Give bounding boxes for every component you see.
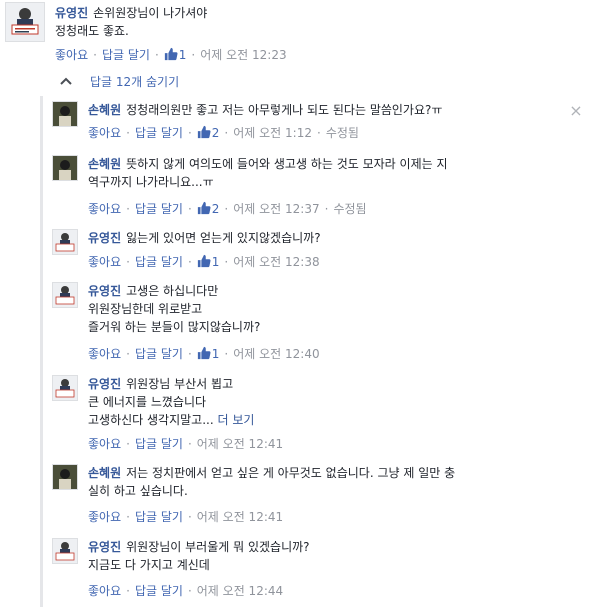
like-count[interactable]: 2 <box>197 201 219 216</box>
edited-label[interactable]: 수정됨 <box>326 126 359 140</box>
avatar[interactable] <box>5 2 45 42</box>
reply-text: 지금도 다 가지고 계신데 <box>88 558 210 572</box>
thumbs-up-icon <box>197 254 211 268</box>
separator-dot: · <box>191 48 196 62</box>
reply-author[interactable]: 손혜원 <box>88 103 121 117</box>
reply-text: 고생은 하십니다만 <box>126 284 219 298</box>
like-button[interactable]: 좋아요 <box>88 437 121 451</box>
like-count[interactable]: 1 <box>197 346 219 361</box>
reply-button[interactable]: 답글 달기 <box>102 48 150 62</box>
reply-body: 손혜원 뜻하지 않게 여의도에 들어와 생고생 하는 것도 모자라 이제는 지 역… <box>88 155 578 191</box>
timestamp[interactable]: 어제 오전 12:38 <box>233 255 319 269</box>
reply-actions: 좋아요 · 답글 달기 · 1 · 어제 오전 12:38 <box>88 254 320 269</box>
like-button[interactable]: 좋아요 <box>88 347 121 361</box>
avatar[interactable] <box>52 375 78 401</box>
reply-text: 뜻하지 않게 여의도에 들어와 생고생 하는 것도 모자라 이제는 지 <box>126 157 448 171</box>
like-button[interactable]: 좋아요 <box>88 584 121 598</box>
hide-replies-label: 답글 12개 숨기기 <box>90 75 180 89</box>
reply-body: 유영진 고생은 하십니다만 위원장님한데 위로받고 즐거워 하는 분들이 많지않습… <box>88 282 578 336</box>
reply-button[interactable]: 답글 달기 <box>135 347 183 361</box>
timestamp[interactable]: 어제 오전 1:12 <box>233 126 312 140</box>
reply-author[interactable]: 유영진 <box>88 377 121 391</box>
reply-author[interactable]: 유영진 <box>88 284 121 298</box>
reply-text: 잃는게 있어면 얻는게 있지않겠습니까? <box>126 231 321 245</box>
thread-line <box>40 96 43 607</box>
reply-text: 큰 에너지를 느꼈습니다 <box>88 395 207 409</box>
thumbs-up-icon <box>164 47 178 61</box>
reply-body: 손혜원 저는 정치판에서 얻고 싶은 게 아무것도 없습니다. 그냥 제 일만 충… <box>88 464 578 500</box>
avatar[interactable] <box>52 282 78 308</box>
reply-text: 정청래의원만 좋고 저는 아무렇게나 되도 된다는 말씀인가요?ㅠ <box>126 103 443 117</box>
reply-actions: 좋아요 · 답글 달기 · 2 · 어제 오전 12:37 · 수정됨 <box>88 201 367 216</box>
comment-text: 정청래도 좋죠. <box>55 24 129 38</box>
reply-button[interactable]: 답글 달기 <box>135 126 183 140</box>
reply-text: 역구까지 나가라니요...ㅠ <box>88 175 214 189</box>
reply-button[interactable]: 답글 달기 <box>135 584 183 598</box>
reply-author[interactable]: 손혜원 <box>88 157 121 171</box>
like-button[interactable]: 좋아요 <box>55 48 88 62</box>
reply-text: 즐거워 하는 분들이 많지않습니까? <box>88 320 261 334</box>
chevron-up-icon <box>60 77 72 85</box>
reply-text: 위원장님이 부러울게 뭐 있겠습니까? <box>126 540 310 554</box>
thumbs-up-icon <box>197 125 211 139</box>
see-more-link[interactable]: 더 보기 <box>218 413 255 427</box>
timestamp[interactable]: 어제 오전 12:41 <box>197 510 283 524</box>
reply-body: 유영진 잃는게 있어면 얻는게 있지않겠습니까? <box>88 229 578 247</box>
hide-replies-toggle[interactable]: 답글 12개 숨기기 <box>60 72 179 92</box>
like-count[interactable]: 1 <box>197 254 219 269</box>
reply-button[interactable]: 답글 달기 <box>135 437 183 451</box>
reply-author[interactable]: 손혜원 <box>88 466 121 480</box>
thumbs-up-icon <box>197 201 211 215</box>
reply-actions: 좋아요 · 답글 달기 · 1 · 어제 오전 12:40 <box>88 346 320 361</box>
like-button[interactable]: 좋아요 <box>88 510 121 524</box>
reply-actions: 좋아요 · 답글 달기 · 어제 오전 12:41 <box>88 437 284 451</box>
reply-body: 유영진 위원장님이 부러울게 뭐 있겠습니까? 지금도 다 가지고 계신데 <box>88 538 578 574</box>
reply-text: 고생하신다 생각지말고... <box>88 413 214 427</box>
reply-text: 저는 정치판에서 얻고 싶은 게 아무것도 없습니다. 그냥 제 일만 충 <box>126 466 456 480</box>
reply-text: 위원장님 부산서 뵙고 <box>126 377 234 391</box>
timestamp[interactable]: 어제 오전 12:40 <box>233 347 319 361</box>
comment-body: 유영진 손위원장님이 나가셔야 정청래도 좋죠. <box>55 4 575 40</box>
reply-text: 실히 하고 싶습니다. <box>88 484 188 498</box>
like-button[interactable]: 좋아요 <box>88 255 121 269</box>
reply-button[interactable]: 답글 달기 <box>135 255 183 269</box>
timestamp[interactable]: 어제 오전 12:23 <box>200 48 286 62</box>
reply-button[interactable]: 답글 달기 <box>135 202 183 216</box>
comment-text: 손위원장님이 나가셔야 <box>93 6 208 20</box>
avatar[interactable] <box>52 229 78 255</box>
edited-label[interactable]: 수정됨 <box>333 202 366 216</box>
reply-button[interactable]: 답글 달기 <box>135 510 183 524</box>
reply-actions: 좋아요 · 답글 달기 · 어제 오전 12:44 <box>88 584 284 598</box>
reply-actions: 좋아요 · 답글 달기 · 어제 오전 12:41 <box>88 510 284 524</box>
separator-dot: · <box>154 48 159 62</box>
comment-actions: 좋아요 · 답글 달기 · 1 · 어제 오전 12:23 <box>55 46 287 64</box>
reply-body: 손혜원 정청래의원만 좋고 저는 아무렇게나 되도 된다는 말씀인가요?ㅠ <box>88 101 568 119</box>
close-icon[interactable]: × <box>569 103 583 119</box>
comment-author[interactable]: 유영진 <box>55 6 88 20</box>
avatar[interactable] <box>52 464 78 490</box>
avatar[interactable] <box>52 101 78 127</box>
avatar[interactable] <box>52 155 78 181</box>
reply-actions: 좋아요 · 답글 달기 · 2 · 어제 오전 1:12 · 수정됨 <box>88 125 359 140</box>
timestamp[interactable]: 어제 오전 12:44 <box>197 584 283 598</box>
timestamp[interactable]: 어제 오전 12:41 <box>197 437 283 451</box>
reply-author[interactable]: 유영진 <box>88 540 121 554</box>
reply-author[interactable]: 유영진 <box>88 231 121 245</box>
timestamp[interactable]: 어제 오전 12:37 <box>233 202 319 216</box>
separator-dot: · <box>93 48 97 62</box>
like-count[interactable]: 1 <box>164 47 186 62</box>
thumbs-up-icon <box>197 346 211 360</box>
like-count[interactable]: 2 <box>197 125 219 140</box>
avatar[interactable] <box>52 538 78 564</box>
reply-body: 유영진 위원장님 부산서 뵙고 큰 에너지를 느꼈습니다 고생하신다 생각지말고.… <box>88 375 578 429</box>
like-button[interactable]: 좋아요 <box>88 202 121 216</box>
reply-text: 위원장님한데 위로받고 <box>88 302 203 316</box>
like-button[interactable]: 좋아요 <box>88 126 121 140</box>
